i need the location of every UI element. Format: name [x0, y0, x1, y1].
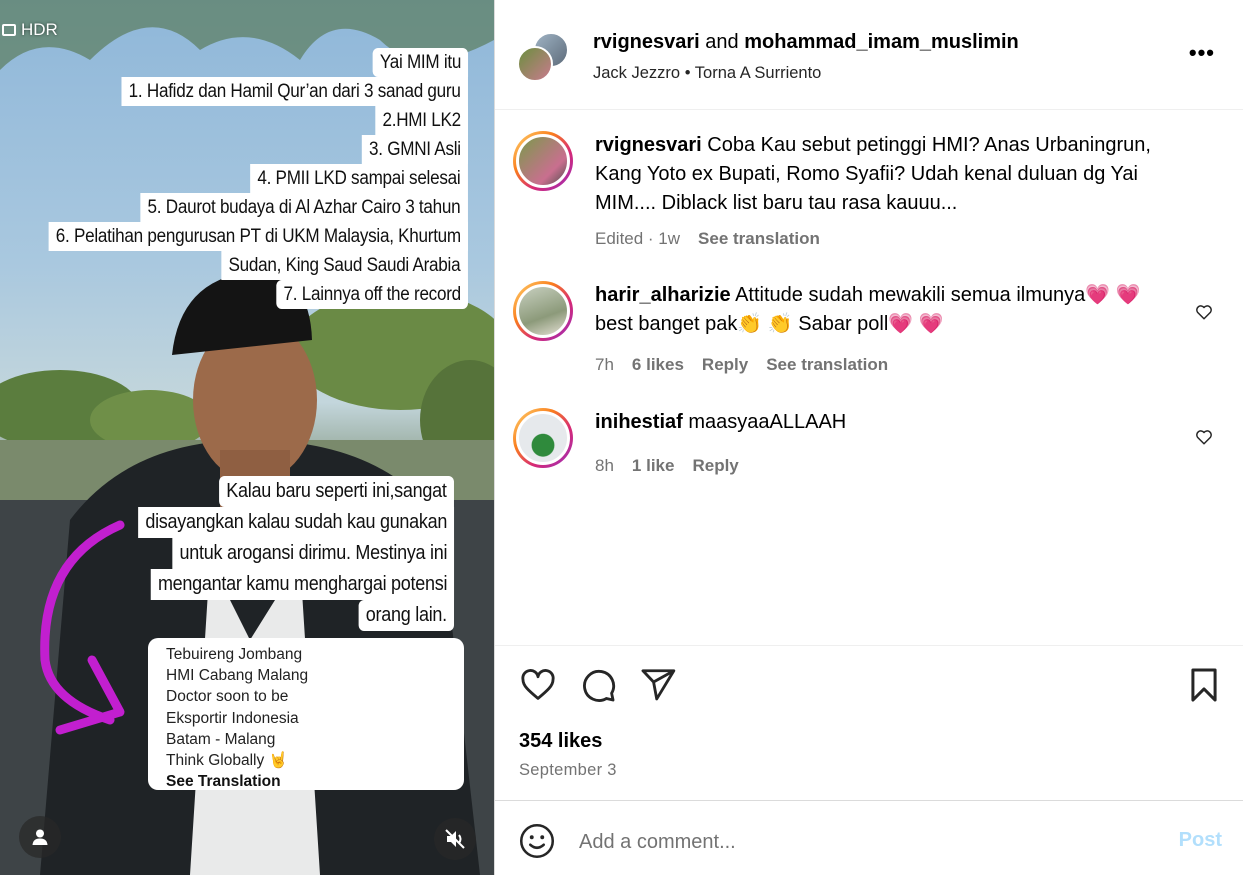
post-date: September 3 — [519, 761, 617, 779]
caption-line: 5. Daurot budaya di Al Azhar Cairo 3 tah… — [140, 193, 468, 222]
caption-line: Yai MIM itu — [372, 48, 468, 77]
more-horizontal-icon: ••• — [1188, 40, 1215, 65]
bio-line: Think Globally 🤘 — [166, 752, 288, 770]
caption-line: 1. Hafidz dan Hamil Qur’an dari 3 sanad … — [121, 77, 468, 106]
hdr-icon — [2, 24, 16, 36]
comment-like-heart-icon[interactable] — [1195, 303, 1213, 321]
caption-line: orang lain. — [358, 600, 454, 631]
comment-body: rvignesvari Coba Kau sebut petinggi HMI?… — [595, 131, 1173, 218]
hdr-badge: HDR — [2, 20, 58, 40]
see-translation-link[interactable]: See translation — [698, 229, 820, 249]
heart-icon[interactable] — [519, 666, 557, 704]
comment-text: maasyaaALLAAH — [688, 411, 847, 433]
post-comment-button[interactable]: Post — [1179, 829, 1222, 852]
bio-card-overlay: Tebuireng Jombang HMI Cabang Malang Doct… — [148, 638, 464, 790]
smiley-icon[interactable] — [519, 823, 555, 859]
comment-meta: Edited · 1w See translation — [595, 229, 820, 249]
reply-button[interactable]: Reply — [702, 355, 748, 375]
comment-likes-count[interactable]: 1 like — [632, 456, 675, 476]
bio-line: Eksportir Indonesia — [166, 709, 299, 727]
avatar[interactable] — [513, 408, 573, 468]
audio-artist[interactable]: Jack Jezzro — [593, 64, 680, 82]
comment-like-heart-icon[interactable] — [1195, 428, 1213, 446]
bio-line: HMI Cabang Malang — [166, 667, 309, 685]
caption-line: 6. Pelatihan pengurusan PT di UKM Malays… — [48, 222, 468, 251]
caption-line: 2.HMI LK2 — [375, 106, 468, 135]
post-actions: 354 likes September 3 — [495, 645, 1243, 800]
audio-info[interactable]: Jack Jezzro • Torna A Surriento — [593, 64, 821, 83]
reply-button[interactable]: Reply — [692, 456, 738, 476]
post-header: rvignesvari and mohammad_imam_muslimin J… — [495, 0, 1243, 110]
paper-plane-icon[interactable] — [639, 666, 677, 704]
likes-count[interactable]: 354 likes — [519, 730, 602, 753]
bio-see-translation[interactable]: See Translation — [166, 771, 446, 792]
muted-speaker-icon — [445, 829, 465, 849]
comment-bubble-icon[interactable] — [579, 666, 617, 704]
caption-line: Sudan, King Saud Saudi Arabia — [221, 251, 468, 280]
header-user1-link[interactable]: rvignesvari — [593, 31, 700, 53]
header-usernames: rvignesvari and mohammad_imam_muslimin — [593, 31, 1019, 54]
bio-line: Tebuireng Jombang — [166, 646, 303, 663]
comment-likes-count[interactable]: 6 likes — [632, 355, 684, 375]
comment-username[interactable]: harir_alharizie — [595, 284, 731, 306]
caption-line: Kalau baru seperti ini,sangat — [219, 476, 454, 507]
caption-overlay-top: Yai MIM itu 1. Hafidz dan Hamil Qur’an d… — [2, 48, 468, 309]
comment-item: rvignesvari Coba Kau sebut petinggi HMI?… — [513, 131, 1213, 251]
caption-line: untuk arogansi dirimu. Mestinya ini — [171, 538, 454, 569]
comment-username[interactable]: rvignesvari — [595, 134, 702, 156]
tagged-users-button[interactable] — [19, 816, 61, 858]
see-translation-link[interactable]: See translation — [766, 355, 888, 375]
comment-body: harir_alharizie Attitude sudah mewakili … — [595, 281, 1173, 339]
bio-line: Batam - Malang — [166, 730, 276, 748]
header-joiner: and — [705, 31, 739, 53]
bookmark-icon[interactable] — [1185, 666, 1223, 704]
post-media[interactable]: HDR Yai MIM itu 1. Hafidz dan Hamil Qur’… — [0, 0, 494, 875]
comment-username[interactable]: inihestiaf — [595, 411, 683, 433]
post-sidebar: rvignesvari and mohammad_imam_muslimin J… — [494, 0, 1243, 875]
comment-item: harir_alharizie Attitude sudah mewakili … — [513, 281, 1213, 381]
comment-meta: 8h 1 like Reply — [595, 456, 739, 476]
bio-line: Doctor soon to be — [166, 688, 289, 706]
add-comment-bar: Post — [495, 800, 1243, 875]
comment-time: Edited · 1w — [595, 229, 681, 248]
comments-list: rvignesvari Coba Kau sebut petinggi HMI?… — [495, 111, 1243, 645]
comment-item: inihestiaf maasyaaALLAAH 8h 1 like Reply — [513, 408, 1213, 488]
avatar[interactable] — [513, 131, 573, 191]
comment-body: inihestiaf maasyaaALLAAH — [595, 408, 1173, 437]
avatar[interactable] — [513, 281, 573, 341]
caption-line: 3. GMNI Asli — [361, 135, 468, 164]
caption-overlay-bottom: Kalau baru seperti ini,sangat disayangka… — [103, 476, 454, 631]
audio-track[interactable]: Torna A Surriento — [695, 64, 822, 82]
comment-meta: 7h 6 likes Reply See translation — [595, 355, 888, 375]
mute-toggle-button[interactable] — [434, 818, 476, 860]
caption-line: disayangkan kalau sudah kau gunakan — [137, 507, 454, 538]
caption-line: 7. Lainnya off the record — [276, 280, 468, 309]
caption-line: 4. PMII LKD sampai selesai — [250, 164, 468, 193]
header-user2-link[interactable]: mohammad_imam_muslimin — [744, 31, 1019, 53]
comment-input[interactable] — [579, 827, 1139, 857]
caption-line: mengantar kamu menghargai potensi — [150, 569, 454, 600]
collab-avatars[interactable] — [517, 32, 571, 82]
user-icon — [32, 829, 48, 845]
more-options-button[interactable]: ••• — [1189, 40, 1215, 66]
comment-time: 8h — [595, 456, 614, 475]
avatar — [517, 46, 553, 82]
audio-separator: • — [684, 64, 691, 82]
comment-time: 7h — [595, 355, 614, 374]
hdr-label: HDR — [21, 20, 58, 39]
